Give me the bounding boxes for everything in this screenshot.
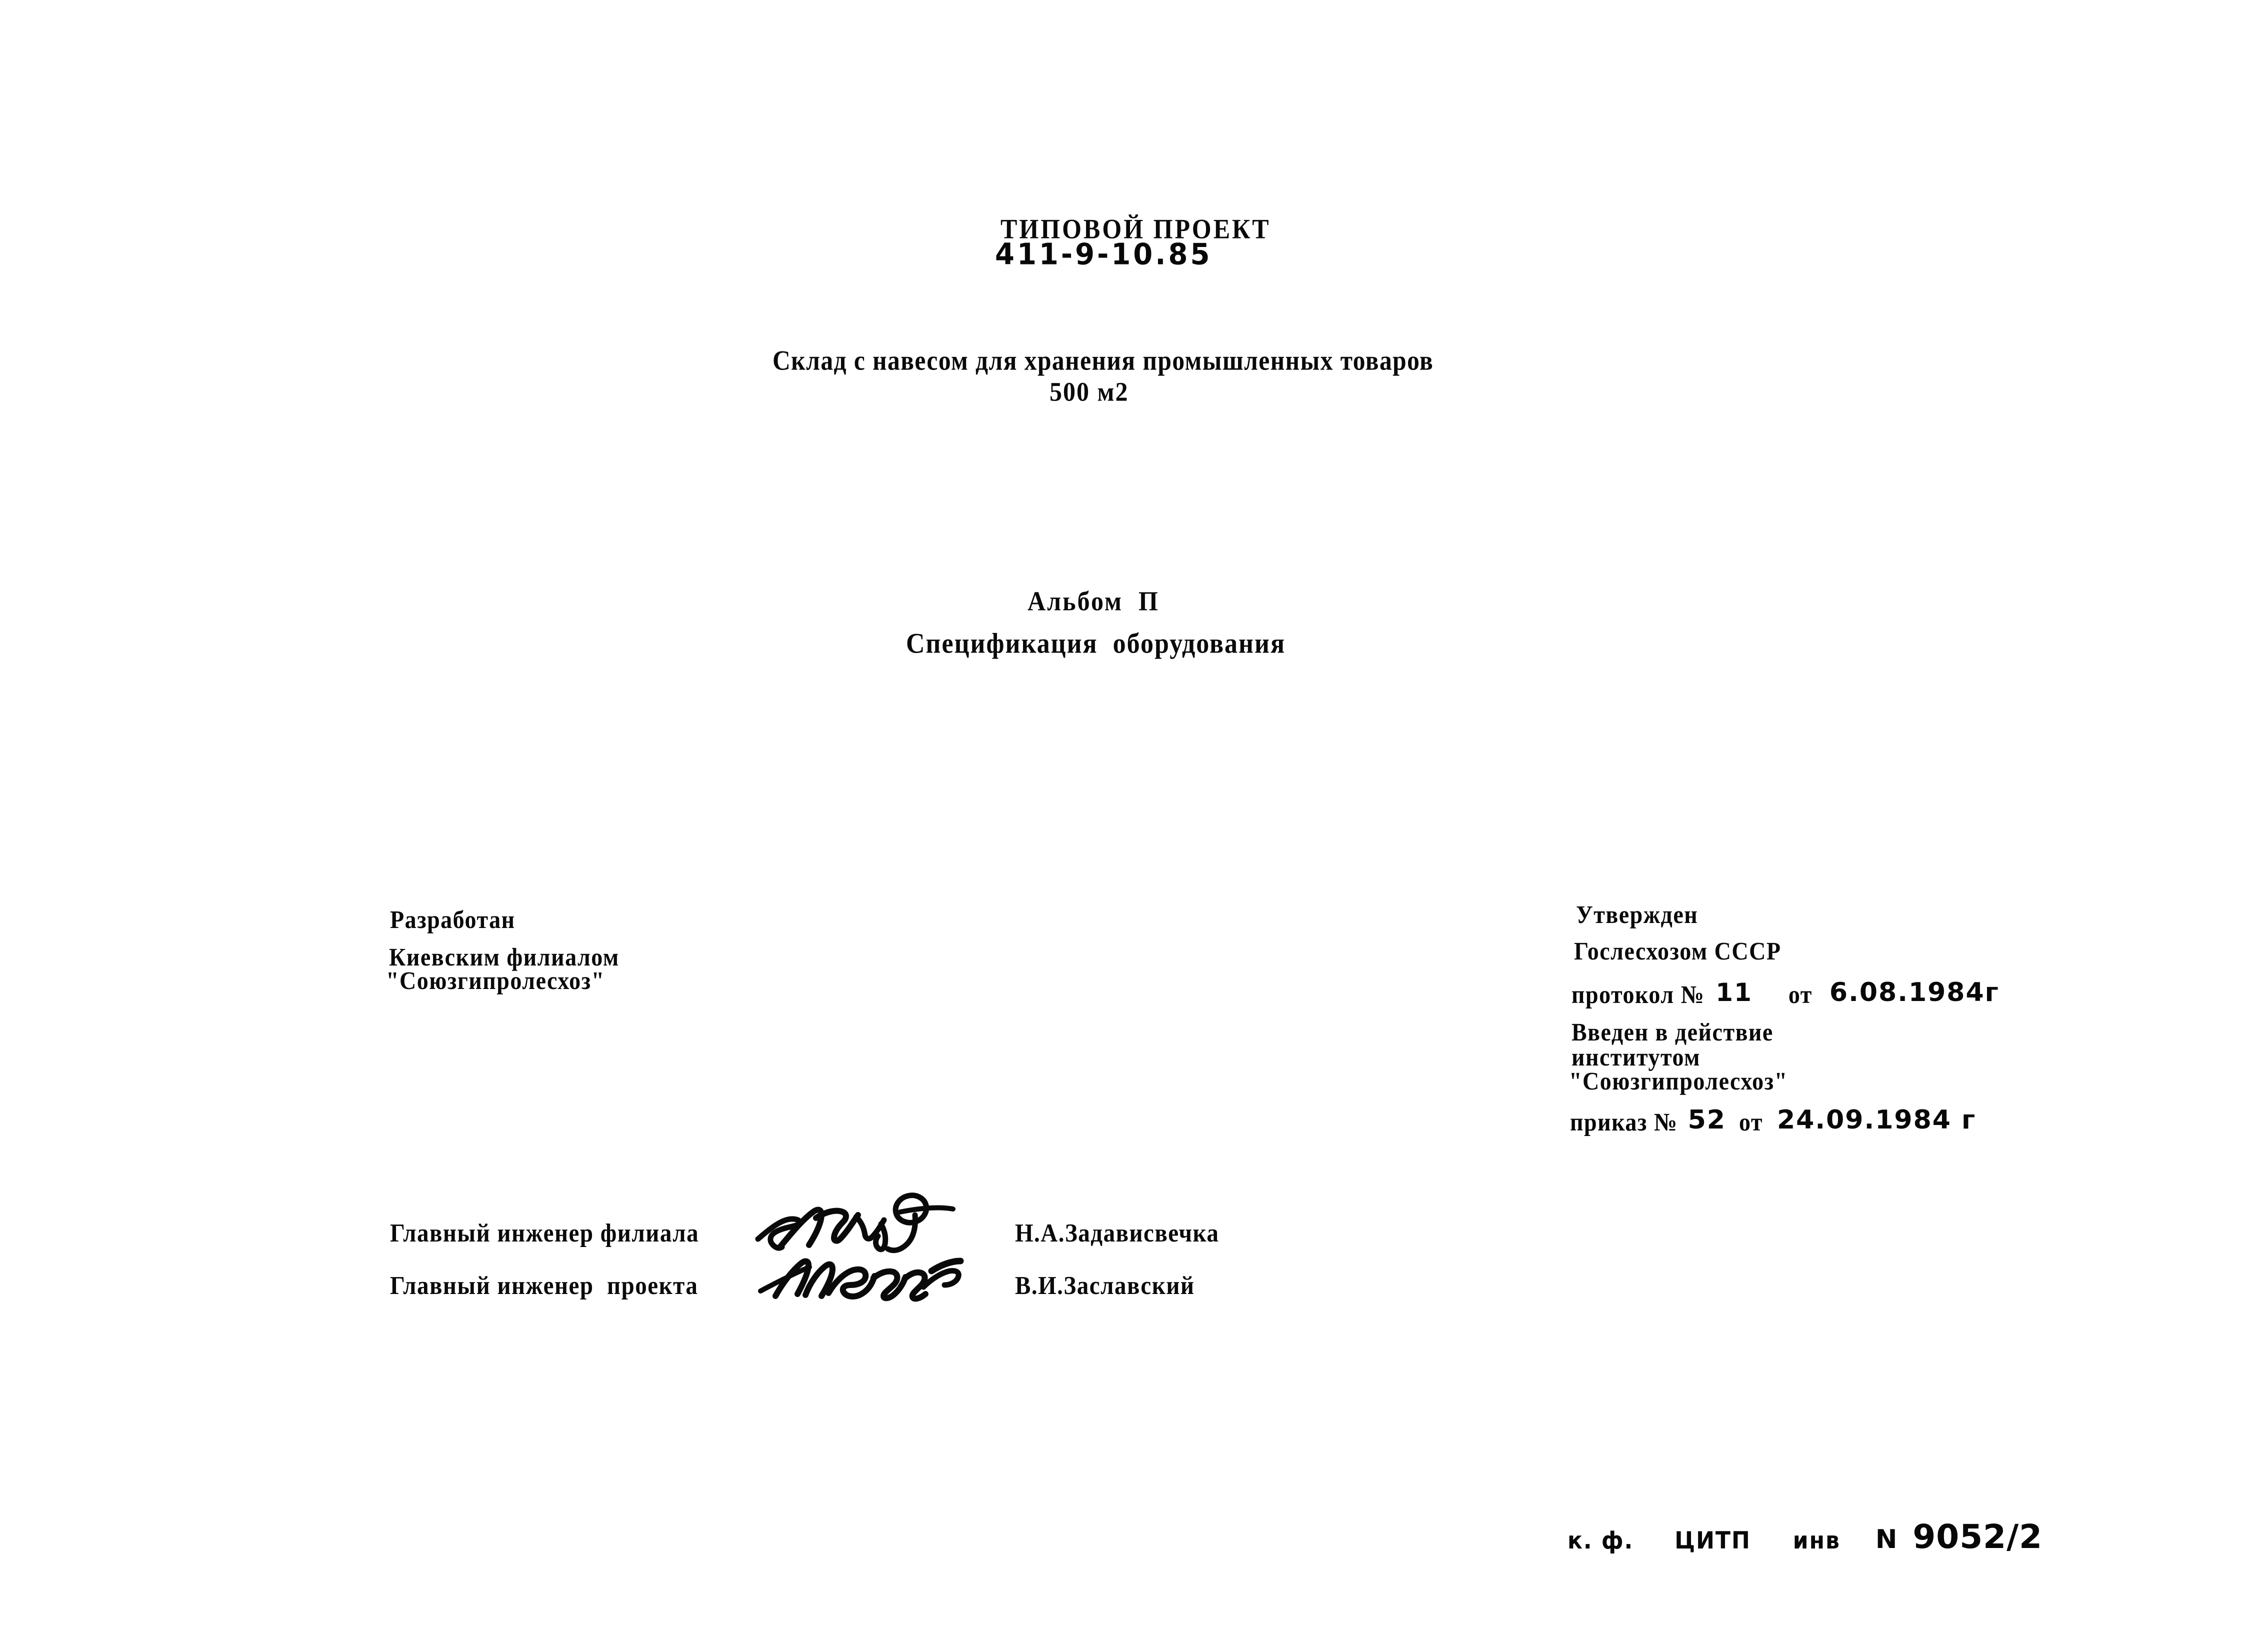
signature-name-0: Н.А.Задависвечка (1015, 1219, 1220, 1248)
approving-authority: Гослесхозом СССР (1574, 937, 1782, 966)
protocol-from-label: от (1788, 980, 1812, 1009)
order-number: 52 (1688, 1105, 1726, 1135)
protocol-prefix: протокол № (1572, 980, 1705, 1009)
archive-branch: к. ф. (1568, 1526, 1634, 1555)
protocol-number: 11 (1716, 978, 1752, 1007)
signature-role-1: Главный инженер проекта (390, 1272, 698, 1300)
protocol-line: протокол № 11 от 6.08.1984г (1572, 978, 2000, 1008)
developed-organization-line2: "Союзгипролесхоз" (386, 966, 605, 995)
project-number: 411-9-10.85 (995, 238, 1212, 272)
signature-name-1: В.И.Заславский (1015, 1272, 1195, 1300)
handwritten-signature-0 (755, 1192, 956, 1254)
project-area: 500 м2 (1050, 376, 1129, 407)
order-line: приказ № 52 от 24.09.1984 г (1570, 1105, 1976, 1136)
archive-organization: ЦИТП (1674, 1526, 1751, 1555)
protocol-date: 6.08.1984г (1829, 978, 2000, 1008)
archive-number-symbol: N (1875, 1524, 1898, 1554)
handwritten-signature-1 (758, 1258, 964, 1302)
project-title: Склад с навесом для хранения промышленны… (772, 346, 1434, 376)
developed-heading: Разработан (390, 906, 516, 934)
order-prefix: приказ № (1570, 1108, 1678, 1136)
signature-role-0: Главный инженер филиала (390, 1219, 700, 1248)
approved-heading: Утвержден (1576, 900, 1698, 929)
enacted-line-3: "Союзгипролесхоз" (1569, 1067, 1788, 1096)
archive-inventory-label: инв (1792, 1526, 1840, 1555)
archive-stamp: к. ф. ЦИТП инв N 9052/2 (1568, 1518, 2042, 1556)
order-from-label: от (1738, 1108, 1763, 1136)
album-label: Альбом П (1028, 586, 1160, 616)
archive-inventory-number: 9052/2 (1912, 1518, 2043, 1556)
document-page: ТИПОВОЙ ПРОЕКТ 411-9-10.85 Склад с навес… (0, 0, 2268, 1642)
order-date: 24.09.1984 г (1776, 1105, 1976, 1135)
album-subject: Спецификация оборудования (906, 628, 1286, 660)
